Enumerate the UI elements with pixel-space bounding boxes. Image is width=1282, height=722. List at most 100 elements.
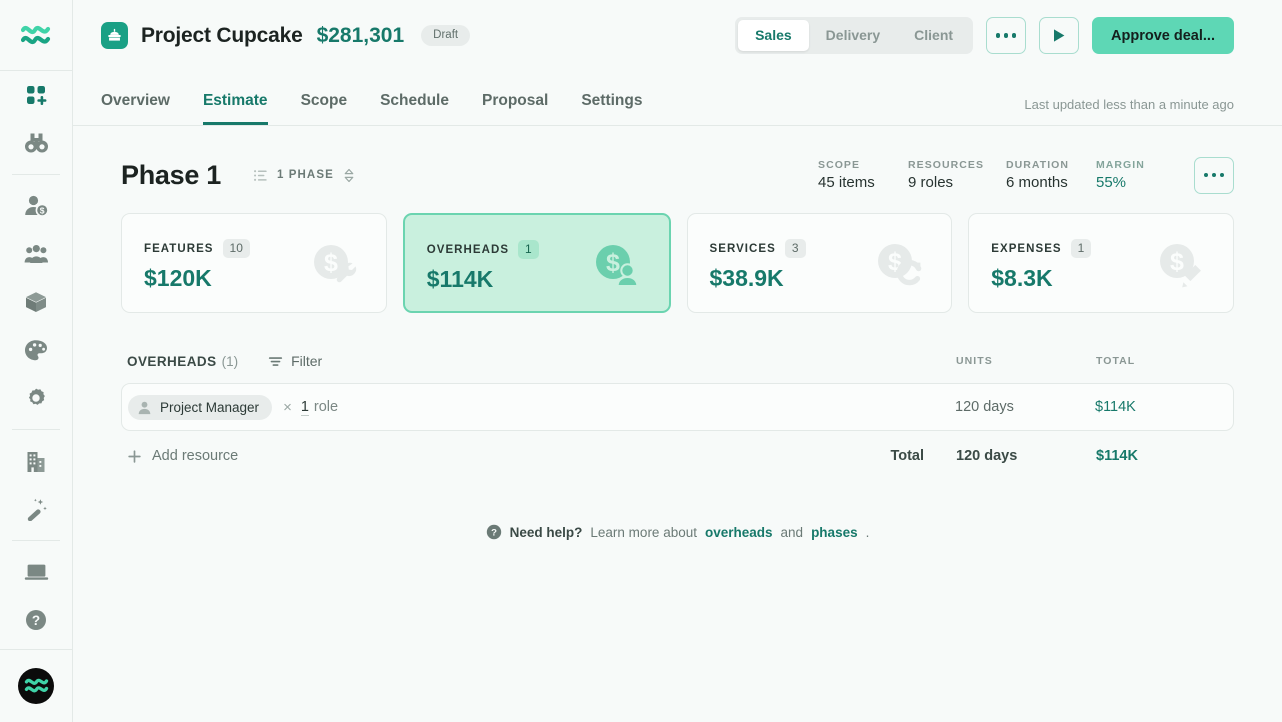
phase-metrics: SCOPE 45 items RESOURCES 9 roles DURATIO… <box>796 156 1234 194</box>
quantity-input[interactable]: 1 <box>300 399 309 416</box>
palette-icon <box>25 339 47 360</box>
card-features-count: 10 <box>222 239 250 258</box>
help-link-phases[interactable]: phases <box>811 525 858 540</box>
help-link-overheads[interactable]: overheads <box>705 525 773 540</box>
sidebar-item-company[interactable] <box>0 437 73 485</box>
sidebar-group-primary: $ ? <box>0 71 72 644</box>
sidebar-item-deals[interactable]: $ <box>0 182 73 230</box>
laptop-icon <box>24 564 48 580</box>
help-footer: ? Need help? Learn more about overheads … <box>121 524 1234 540</box>
sidebar-item-automations[interactable] <box>0 485 73 533</box>
project-icon-tile <box>101 22 128 49</box>
table-title: OVERHEADS <box>127 353 217 369</box>
help-lead: Need help? <box>509 524 583 540</box>
metric-resources: RESOURCES 9 roles <box>908 159 984 191</box>
tab-scope[interactable]: Scope <box>301 92 348 125</box>
status-badge: Draft <box>421 25 471 46</box>
tab-settings[interactable]: Settings <box>581 92 642 125</box>
phase-options-button[interactable] <box>1194 156 1234 194</box>
card-overheads-icon-wrap: $ <box>591 241 647 296</box>
box-icon <box>26 292 46 312</box>
filter-button[interactable]: Filter <box>268 353 322 369</box>
row-units-value: 120 days <box>955 399 1014 415</box>
sidebar-item-team[interactable] <box>0 230 73 278</box>
svg-text:?: ? <box>491 528 497 539</box>
help-circle-icon: ? <box>26 610 46 630</box>
magic-wand-icon <box>27 498 47 521</box>
card-overheads-label: OVERHEADS <box>426 243 510 256</box>
add-resource-label: Add resource <box>152 448 239 464</box>
segment-sales[interactable]: Sales <box>738 20 809 51</box>
sidebar-item-settings[interactable] <box>0 374 73 422</box>
sidebar-item-help[interactable]: ? <box>0 596 73 644</box>
card-features-icon-wrap: $ <box>308 240 364 295</box>
question-circle-icon: ? <box>486 524 501 540</box>
app-root: $ ? Project Cupcake $281,301 Draft Sales… <box>0 0 1282 722</box>
play-icon <box>1054 29 1065 42</box>
tab-schedule[interactable]: Schedule <box>380 92 449 125</box>
app-logo[interactable] <box>0 0 73 71</box>
sidebar-item-discover[interactable] <box>0 119 73 167</box>
building-icon <box>27 451 45 472</box>
more-options-button[interactable] <box>986 17 1027 54</box>
view-mode-segmented-control: Sales Delivery Client <box>735 17 974 54</box>
svg-text:$: $ <box>1170 248 1184 276</box>
gear-icon <box>28 388 45 405</box>
table-row[interactable]: Project Manager × 1 role 120 days $114K <box>121 383 1234 431</box>
list-ordered-icon <box>254 169 267 181</box>
role-pill[interactable]: Project Manager <box>128 394 273 420</box>
content-area: Phase 1 1 PHASE SCOPE 45 items RESOURCES… <box>73 126 1282 722</box>
card-expenses[interactable]: EXPENSES 1 $8.3K $ <box>968 213 1234 313</box>
last-updated-text: Last updated less than a minute ago <box>1024 97 1234 112</box>
total-label: Total <box>890 448 924 464</box>
segment-client[interactable]: Client <box>897 20 970 51</box>
tab-overview[interactable]: Overview <box>101 92 170 125</box>
present-button[interactable] <box>1039 17 1080 54</box>
tab-proposal[interactable]: Proposal <box>482 92 548 125</box>
page-title: Project Cupcake <box>141 23 303 47</box>
sidebar-item-presentations[interactable] <box>0 548 73 596</box>
sidebar-divider <box>12 540 60 541</box>
column-header-total: TOTAL <box>1096 355 1136 367</box>
metric-scope-label: SCOPE <box>818 159 861 171</box>
tab-estimate[interactable]: Estimate <box>202 92 268 125</box>
left-sidebar: $ ? <box>0 0 73 722</box>
card-services-count: 3 <box>784 239 806 258</box>
table-total-row: Add resource Total 120 days $114K <box>121 433 1234 479</box>
add-resource-button[interactable]: Add resource <box>127 448 238 464</box>
sidebar-divider <box>12 174 60 175</box>
metric-margin: MARGIN 55% <box>1096 159 1164 191</box>
dollar-pen-icon: $ <box>1160 244 1201 288</box>
sidebar-item-dashboard[interactable] <box>0 71 73 119</box>
card-services[interactable]: SERVICES 3 $38.9K $ <box>686 213 953 313</box>
svg-text:?: ? <box>32 613 40 628</box>
phase-count-label: 1 PHASE <box>276 169 334 181</box>
total-units-value: 120 days <box>956 448 1018 464</box>
svg-text:$: $ <box>324 249 338 277</box>
metric-duration-label: DURATION <box>1006 159 1070 171</box>
sidebar-item-branding[interactable] <box>0 326 73 374</box>
column-header-units: UNITS <box>956 355 993 367</box>
card-features[interactable]: FEATURES 10 $120K $ <box>121 213 387 313</box>
dollar-refresh-icon: $ <box>878 244 922 286</box>
metric-margin-label: MARGIN <box>1096 159 1145 171</box>
top-bar: Project Cupcake $281,301 Draft Sales Del… <box>73 0 1282 71</box>
help-period: . <box>865 524 870 540</box>
sidebar-divider <box>12 429 60 430</box>
phase-count-selector[interactable]: 1 PHASE <box>243 161 365 190</box>
approve-deal-button[interactable]: Approve deal... <box>1092 17 1234 54</box>
top-bar-actions: Sales Delivery Client Approve deal... <box>735 17 1234 54</box>
role-name: Project Manager <box>160 399 260 415</box>
card-services-icon-wrap: $ <box>873 240 929 295</box>
metric-duration: DURATION 6 months <box>1006 159 1074 191</box>
svg-text:$: $ <box>39 206 44 216</box>
ellipsis-icon <box>1203 172 1225 178</box>
sidebar-avatar[interactable] <box>0 649 73 722</box>
help-conjunction: and <box>780 524 804 540</box>
card-services-label: SERVICES <box>709 242 776 255</box>
sidebar-item-products[interactable] <box>0 278 73 326</box>
segment-delivery[interactable]: Delivery <box>809 20 897 51</box>
card-overheads[interactable]: OVERHEADS 1 $114K $ <box>402 213 671 313</box>
help-middle: Learn more about <box>590 524 697 540</box>
metric-scope: SCOPE 45 items <box>818 159 886 191</box>
